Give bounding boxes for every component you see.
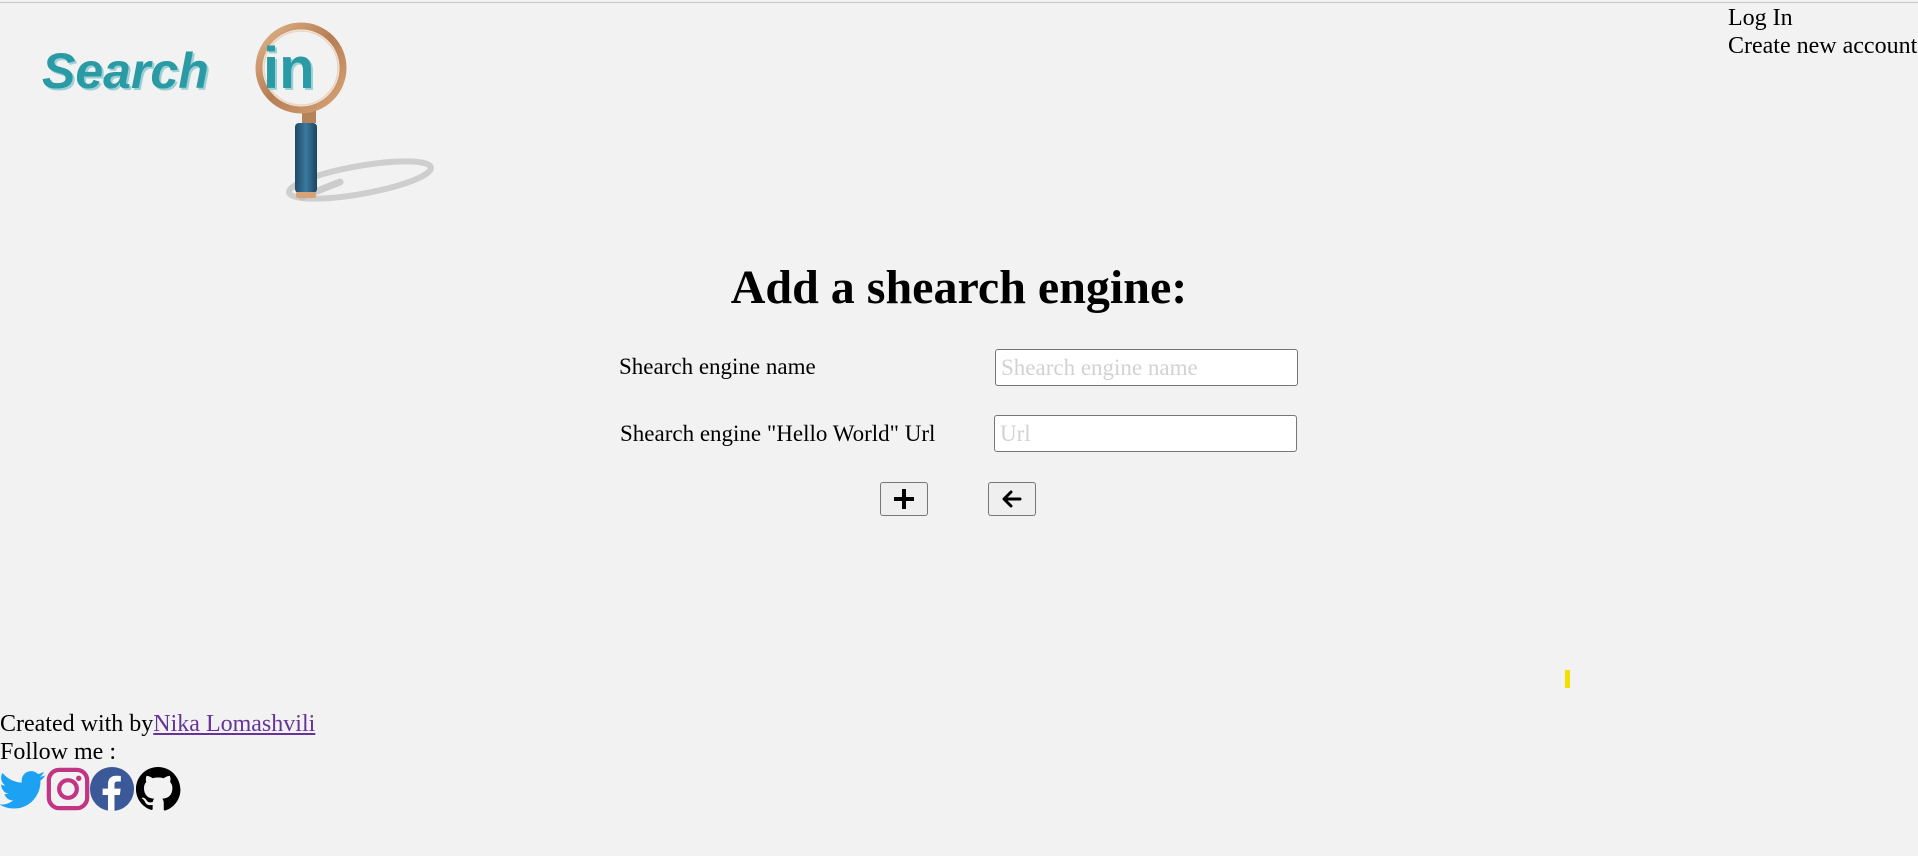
github-link[interactable] [135,766,181,812]
top-border [0,2,1918,3]
github-icon [135,766,181,811]
svg-text:in: in [263,36,315,101]
create-account-link[interactable]: Create new account [1728,32,1917,60]
search-in-logo[interactable]: Search Search in in [40,22,440,212]
twitter-link[interactable] [0,766,46,812]
add-button[interactable] [880,482,928,516]
instagram-icon [46,767,90,811]
login-link[interactable]: Log In [1728,4,1917,32]
back-button[interactable] [988,482,1036,516]
page-title: Add a shearch engine: [730,261,1188,314]
yellow-marker [1565,670,1570,688]
footer: Created with byNika Lomashvili Follow me… [0,710,315,766]
facebook-icon [89,766,135,812]
engine-name-input[interactable] [995,349,1298,386]
magnifier-logo-icon: Search Search in in [42,22,434,202]
instagram-link[interactable] [45,766,91,812]
follow-text: Follow me : [0,739,117,765]
plus-icon [894,489,914,509]
auth-links: Log In Create new account [1728,4,1917,60]
svg-text:Search: Search [42,43,209,99]
engine-url-label: Shearch engine "Hello World" Url [620,421,936,446]
author-link[interactable]: Nika Lomashvili [153,711,315,737]
facebook-link[interactable] [89,766,135,812]
engine-name-label: Shearch engine name [619,354,816,379]
twitter-icon [0,771,46,809]
credits-line: Created with byNika Lomashvili [0,710,315,738]
engine-url-input[interactable] [994,415,1297,452]
created-with-text: Created with by [0,711,154,737]
arrow-left-icon [1002,490,1022,508]
